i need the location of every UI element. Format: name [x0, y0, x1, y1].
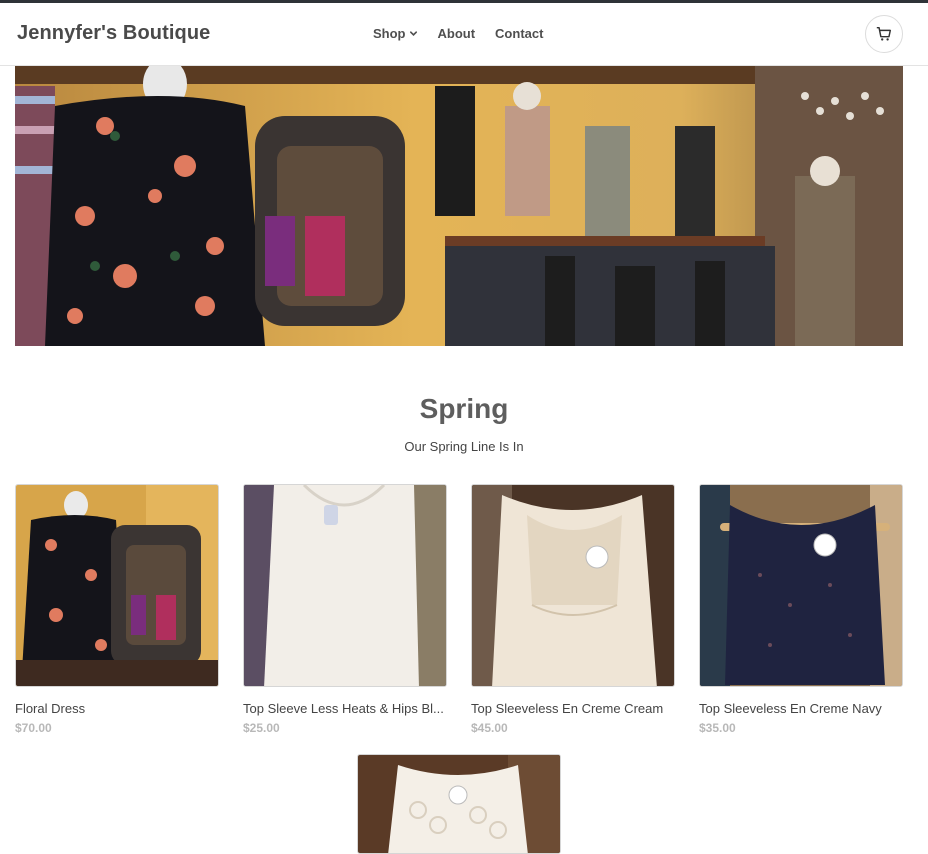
section-title: Spring [419, 393, 509, 424]
product-name[interactable]: Top Sleeveless En Creme Navy [699, 701, 903, 716]
cart-button[interactable] [865, 15, 903, 53]
product-card[interactable] [357, 754, 561, 854]
chevron-down-icon [409, 31, 417, 36]
product-image[interactable] [699, 484, 903, 687]
product-image[interactable] [15, 484, 219, 687]
product-price: $70.00 [15, 721, 52, 735]
nav-shop-label: Shop [373, 26, 406, 41]
product-price: $45.00 [471, 721, 508, 735]
product-card[interactable]: Top Sleeve Less Heats & Hips Bl... $25.0… [243, 484, 447, 735]
product-card[interactable]: Top Sleeveless En Creme Cream $45.00 [471, 484, 675, 735]
nav-shop[interactable]: Shop [373, 26, 418, 41]
product-image[interactable] [471, 484, 675, 687]
product-name[interactable]: Floral Dress [15, 701, 219, 716]
product-card[interactable]: Top Sleeveless En Creme Navy $35.00 [699, 484, 903, 735]
product-price: $25.00 [243, 721, 280, 735]
product-name[interactable]: Top Sleeve Less Heats & Hips Bl... [243, 701, 447, 716]
store-logo[interactable]: Jennyfer's Boutique [17, 22, 210, 45]
product-image[interactable] [357, 754, 561, 854]
main-nav: Shop About Contact [373, 26, 563, 41]
product-price: $35.00 [699, 721, 736, 735]
product-card[interactable]: Floral Dress $70.00 [15, 484, 219, 735]
product-name[interactable]: Top Sleeveless En Creme Cream [471, 701, 675, 716]
section-subtitle: Our Spring Line Is In [404, 439, 524, 454]
shopping-cart-icon [876, 26, 892, 41]
site-header: Jennyfer's Boutique Shop About Contact [0, 3, 928, 66]
nav-contact[interactable]: Contact [495, 26, 543, 41]
product-image[interactable] [243, 484, 447, 687]
hero-banner-image [15, 66, 903, 346]
nav-about[interactable]: About [438, 26, 476, 41]
